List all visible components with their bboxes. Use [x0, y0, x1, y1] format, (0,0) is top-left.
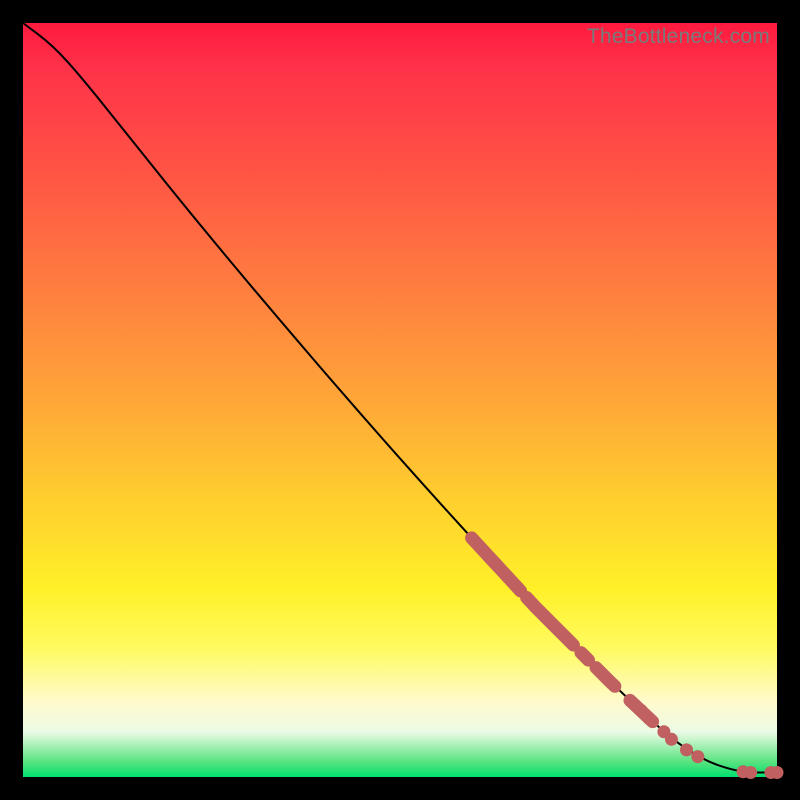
highlight-point	[665, 733, 678, 746]
chart-overlay	[23, 23, 777, 777]
curve-line	[23, 23, 777, 772]
highlight-point	[691, 750, 704, 763]
highlight-point	[680, 743, 693, 756]
highlight-point	[642, 712, 655, 725]
highlight-point	[744, 766, 757, 779]
highlight-segment	[527, 598, 574, 646]
chart-frame: TheBottleneck.com	[0, 0, 800, 800]
highlight-point	[771, 766, 784, 779]
highlight-segment	[596, 668, 615, 687]
highlight-segments	[472, 538, 653, 722]
plot-area: TheBottleneck.com	[23, 23, 777, 777]
highlight-points	[635, 704, 784, 779]
highlight-segment	[472, 538, 521, 591]
highlight-segment	[581, 653, 589, 661]
